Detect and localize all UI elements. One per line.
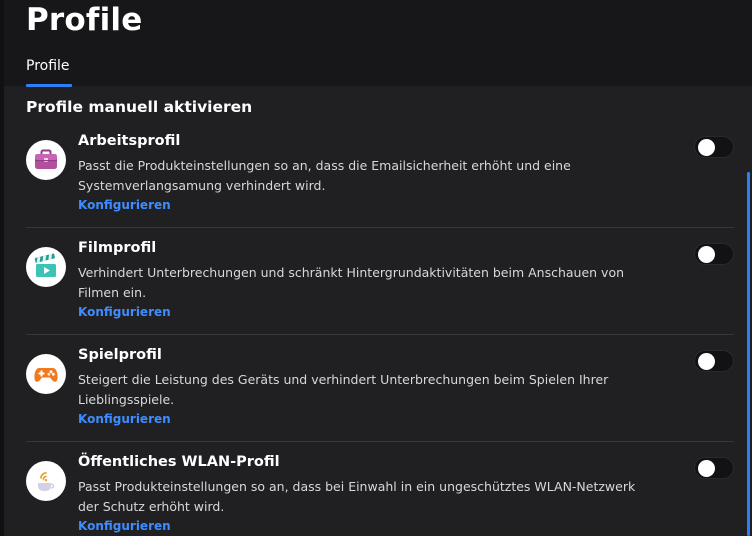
profile-name: Filmprofil [78, 240, 157, 256]
configure-link[interactable]: Konfigurieren [78, 412, 171, 426]
profile-name: Arbeitsprofil [78, 133, 181, 149]
divider [26, 334, 734, 335]
page-title: Profile [26, 2, 143, 38]
clapperboard-icon [26, 247, 66, 287]
profile-name: Spielprofil [78, 347, 162, 363]
divider [26, 441, 734, 442]
configure-link[interactable]: Konfigurieren [78, 305, 171, 319]
briefcase-icon [26, 140, 66, 180]
section-title: Profile manuell aktivieren [26, 98, 253, 116]
profile-item-filmprofil: Filmprofil Verhindert Unterbrechungen un… [0, 235, 740, 342]
scrollbar[interactable] [747, 172, 750, 536]
profile-name: Öffentliches WLAN-Profil [78, 454, 280, 470]
configure-link[interactable]: Konfigurieren [78, 519, 171, 533]
toggle-knob [698, 139, 715, 156]
tab-active-indicator [26, 84, 72, 87]
page-header: Profile Profile [4, 0, 752, 87]
tab-profile[interactable]: Profile [26, 58, 70, 86]
toggle-knob [698, 460, 715, 477]
profile-item-spielprofil: Spielprofil Steigert die Leistung des Ge… [0, 342, 740, 449]
profile-toggle[interactable] [694, 243, 734, 265]
profile-toggle[interactable] [694, 350, 734, 372]
profile-toggle[interactable] [694, 457, 734, 479]
profile-description: Passt die Produkteinstellungen so an, da… [78, 158, 571, 193]
wifi-cup-icon [26, 461, 66, 501]
profile-toggle[interactable] [694, 136, 734, 158]
divider [26, 227, 734, 228]
profile-description: Steigert die Leistung des Geräts und ver… [78, 372, 609, 407]
profile-item-wlan-profil: Öffentliches WLAN-Profil Passt Produktei… [0, 449, 740, 536]
profile-description: Passt Produkteinstellungen so an, dass b… [78, 479, 636, 514]
toggle-knob [698, 246, 715, 263]
profile-description: Verhindert Unterbrechungen und schränkt … [78, 265, 625, 300]
profile-item-arbeitsprofil: Arbeitsprofil Passt die Produkteinstellu… [0, 128, 740, 235]
toggle-knob [698, 353, 715, 370]
app-window: Profile Profile Profile manuell aktivier… [0, 0, 752, 536]
gamepad-icon [26, 354, 66, 394]
configure-link[interactable]: Konfigurieren [78, 198, 171, 212]
